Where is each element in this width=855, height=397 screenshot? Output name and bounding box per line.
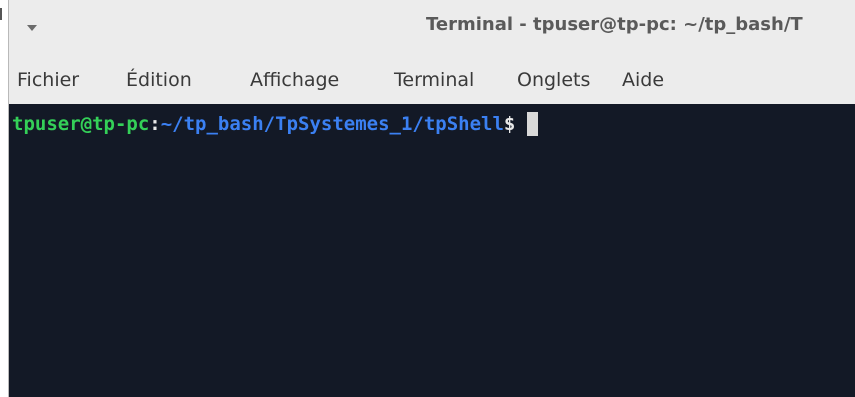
window-title: Terminal - tpuser@tp-pc: ~/tp_bash/T <box>426 14 803 35</box>
window-edge-mark <box>0 8 2 20</box>
prompt-user-host: tpuser@tp-pc <box>12 113 150 135</box>
menu-aide[interactable]: Aide <box>622 69 664 91</box>
terminal-window: Terminal - tpuser@tp-pc: ~/tp_bash/T Fic… <box>0 0 855 397</box>
menu-terminal[interactable]: Terminal <box>394 69 474 91</box>
terminal-area[interactable]: tpuser@tp-pc:~/tp_bash/TpSystemes_1/tpSh… <box>9 104 855 397</box>
window-menu-button[interactable] <box>25 20 41 36</box>
menu-affichage[interactable]: Affichage <box>250 69 339 91</box>
title-bar[interactable]: Terminal - tpuser@tp-pc: ~/tp_bash/T <box>9 0 855 62</box>
menu-fichier[interactable]: Fichier <box>17 69 79 91</box>
chevron-down-icon <box>27 25 37 31</box>
prompt-path: ~/tp_bash/TpSystemes_1/tpShell <box>160 113 504 135</box>
title-row: Terminal - tpuser@tp-pc: ~/tp_bash/T <box>9 0 855 60</box>
prompt-symbol: $ <box>503 113 516 135</box>
prompt-separator: : <box>149 113 161 135</box>
window-left-border <box>0 0 9 397</box>
prompt-line: tpuser@tp-pc:~/tp_bash/TpSystemes_1/tpSh… <box>12 111 539 137</box>
menu-edition[interactable]: Édition <box>126 69 192 91</box>
menu-bar: Fichier Édition Affichage Terminal Ongle… <box>9 60 855 104</box>
text-cursor <box>527 112 539 136</box>
menu-onglets[interactable]: Onglets <box>517 69 590 91</box>
